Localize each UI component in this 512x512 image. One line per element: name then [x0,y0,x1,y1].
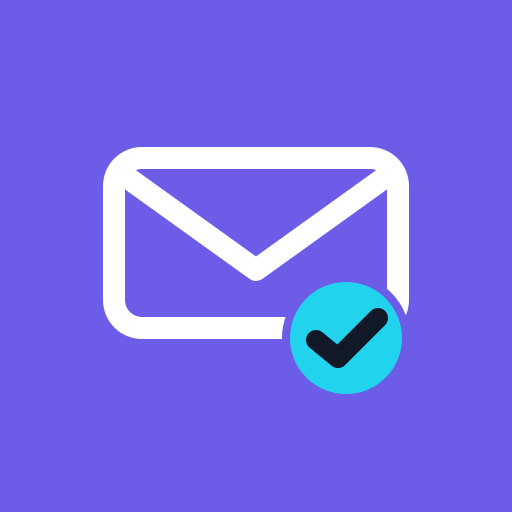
mail-verified-app-icon [0,0,512,512]
app-icon-graphic [0,0,512,512]
icon-background [0,0,512,512]
check-badge-icon [282,274,410,402]
